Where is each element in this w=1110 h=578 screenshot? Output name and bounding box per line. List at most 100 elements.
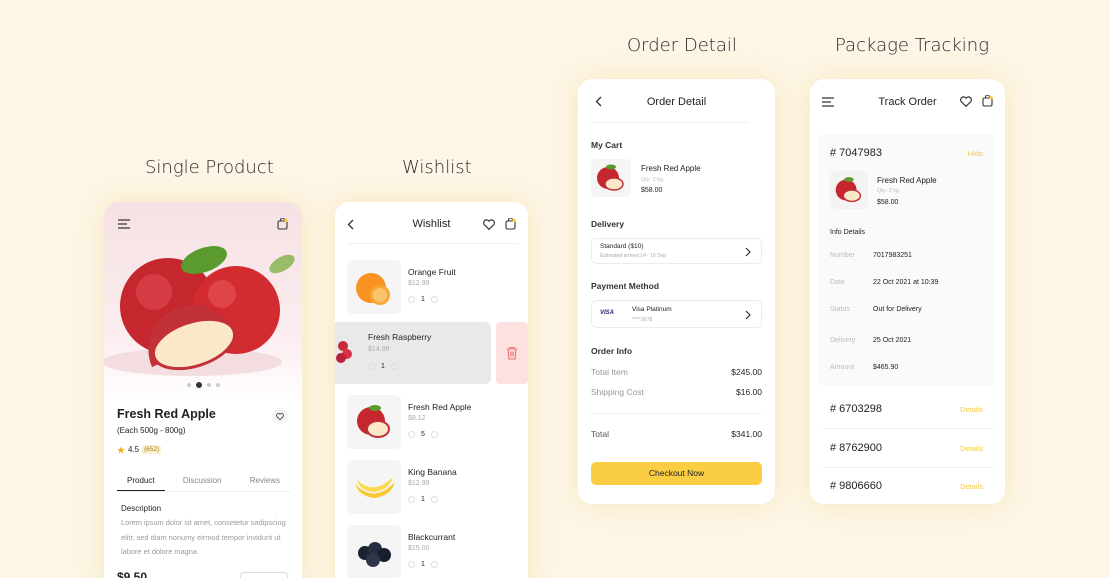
order-total-row: Total $341.00 [591,429,762,439]
plus-button[interactable] [430,496,438,503]
product-rating: 4.5 (652) [117,445,162,454]
order-info-key: Shipping Cost [591,387,644,397]
item-qty: 1 [381,363,385,370]
order-id: # 8762900 [830,442,882,454]
product-thumbnail [347,460,401,514]
wishlist-item[interactable]: Blackcurrant $15.00 1 [347,525,517,578]
single-product-screen: Fresh Red Apple (Each 500g - 800g) 4.5 (… [104,202,302,578]
section-title-wishlist: Wishlist [402,157,472,178]
payment-method-label: Payment Method [591,281,660,291]
wishlist-item[interactable]: King Banana $12.99 1 [347,460,517,516]
minus-button[interactable] [408,296,415,303]
trash-icon [507,346,517,360]
wishlist-screen: Wishlist Orange Fruit $12.99 1 Fresh Ras… [335,202,528,578]
tab-discussion[interactable]: Discussion [173,473,232,491]
product-name: Fresh Red Apple [117,407,216,421]
favorite-button[interactable] [272,408,288,424]
info-value: 25 Oct 2021 [873,337,912,344]
order-item-name: Fresh Red Apple [877,176,937,185]
item-name: Blackcurrant [408,532,456,542]
delete-button[interactable] [496,322,528,384]
plus-button[interactable] [430,431,438,438]
delivery-option: Standard ($10) [600,243,644,250]
item-price: $8.12 [408,415,426,422]
section-title-single-product: Single Product [145,157,274,178]
info-key: Delivery [830,337,856,344]
hide-link[interactable]: Hide [968,149,983,158]
rating-value: 4.5 [128,445,140,454]
item-name: King Banana [408,467,457,477]
description-text: Lorem ipsum dolor sit amet, consetetur s… [121,518,286,556]
payment-card-name: Visa Platinum [632,306,672,313]
wishlist-item[interactable]: Orange Fruit $12.99 1 [347,260,517,316]
item-price: $12.99 [408,280,430,287]
chevron-left-icon[interactable] [347,219,354,230]
item-name: Orange Fruit [408,267,456,277]
gallery-dots[interactable] [104,382,302,388]
shopping-bag-icon[interactable] [505,218,516,230]
tab-product[interactable]: Product [117,473,165,491]
cart-item-name: Fresh Red Apple [641,164,701,173]
product-hero [104,202,302,402]
plus-button[interactable] [430,296,438,303]
minus-button[interactable] [368,363,375,370]
info-value: Out for Delivery [873,306,922,313]
wishlist-item[interactable]: Fresh Red Apple $8.12 5 [347,395,517,451]
product-thumbnail [347,525,401,578]
details-link[interactable]: Details [960,482,983,491]
heart-icon [276,412,284,420]
product-tabs: Product Discussion Reviews [117,473,290,492]
order-id: # 6703298 [830,403,882,415]
order-id: # 7047983 [830,147,882,159]
minus-button[interactable] [408,496,415,503]
info-value: 7017983251 [873,252,912,259]
quantity-stepper[interactable] [240,572,288,578]
shopping-bag-icon[interactable] [982,95,993,107]
payment-method-select[interactable]: VISA Visa Platinum **** 5678 [591,300,762,328]
order-item-thumbnail [830,171,868,209]
item-price: $15.00 [408,545,430,552]
section-title-package-tracking: Package Tracking [835,35,990,56]
plus-button[interactable] [430,561,438,568]
plus-button[interactable] [390,363,398,370]
details-link[interactable]: Details [960,405,983,414]
heart-icon[interactable] [960,95,972,107]
total-value: $341.00 [731,429,762,439]
delivery-label: Delivery [591,219,625,229]
item-qty: 5 [421,431,425,438]
item-qty: 1 [421,496,425,503]
info-value: 22 Oct 2021 at 10:39 [873,279,939,286]
chevron-right-icon [745,310,751,320]
info-key: Amount [830,364,855,371]
minus-button[interactable] [408,561,415,568]
item-qty: 1 [421,296,425,303]
info-key: Date [830,279,845,286]
payment-card-number: **** 5678 [632,317,653,323]
order-info-value: $16.00 [736,387,762,397]
item-qty: 1 [421,561,425,568]
order-info-row: Shipping Cost $16.00 [591,387,762,397]
details-link[interactable]: Details [960,444,983,453]
order-info-key: Total Item [591,367,628,377]
product-weight: (Each 500g - 800g) [117,426,186,435]
product-image-apples [104,246,295,376]
package-tracking-screen: Track Order # 7047983 Hide Fresh Red App… [810,79,1005,504]
info-key: Number [830,252,855,259]
item-name: Fresh Red Apple [408,402,472,412]
heart-icon[interactable] [483,218,495,230]
order-item-qty: Qty: 2 kg [877,188,900,194]
order-detail-title: Order Detail [646,96,707,108]
item-price: $12.99 [408,480,430,487]
tab-reviews[interactable]: Reviews [240,473,290,491]
order-info-value: $245.00 [731,367,762,377]
checkout-button[interactable]: Checkout Now [591,462,762,485]
rating-count: (652) [142,445,162,454]
delivery-option-select[interactable]: Standard ($10) Estimated arrived 14 - 16… [591,238,762,264]
cart-item-thumbnail [591,159,631,197]
info-value: $465.90 [873,364,899,371]
minus-button[interactable] [408,431,415,438]
product-thumbnail [347,260,401,314]
product-price: $9.50 [117,570,148,578]
cart-item-qty: Qty: 2 kg [641,177,664,183]
wishlist-item-swiped[interactable]: Fresh Raspberry $14.99 1 [335,322,491,384]
